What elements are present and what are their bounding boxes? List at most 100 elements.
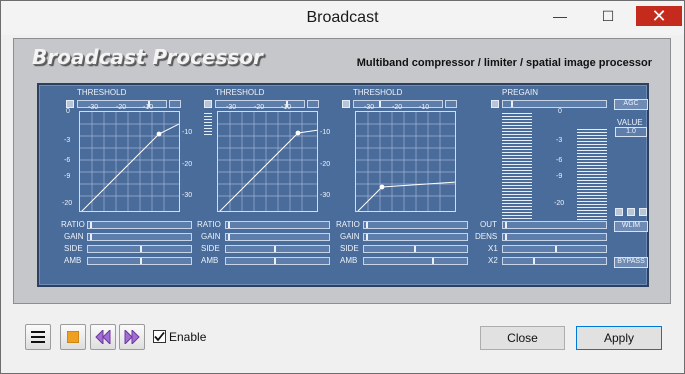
checkmark-icon bbox=[154, 331, 165, 342]
fast-forward-icon bbox=[124, 330, 140, 344]
value-field[interactable]: 1.0 bbox=[615, 127, 647, 137]
band3-top-tick: -20 bbox=[392, 104, 403, 111]
band3-top-tick: -10 bbox=[419, 104, 430, 111]
band1-top-tick: -30 bbox=[88, 104, 99, 111]
pregain-tick: -20 bbox=[554, 200, 565, 207]
band1-right-tick: -20 bbox=[182, 161, 193, 168]
band3-amb-slider[interactable] bbox=[363, 257, 468, 265]
minimize-button[interactable]: — bbox=[540, 6, 580, 26]
band3-gain-slider[interactable] bbox=[363, 233, 468, 241]
band3-threshold-label: THRESHOLD bbox=[353, 88, 403, 97]
band1-ratio-label: RATIO bbox=[61, 220, 85, 229]
plugin-brand-logo: Broadcast Processor bbox=[32, 45, 263, 69]
enable-checkbox[interactable] bbox=[153, 330, 166, 343]
band2-threshold-label: THRESHOLD bbox=[215, 88, 265, 97]
plugin-area: Broadcast Processor Multiband compressor… bbox=[13, 38, 671, 304]
bypass-button[interactable]: BYPASS bbox=[614, 257, 648, 268]
band2-threshold-aux[interactable] bbox=[307, 100, 319, 108]
band1-amb-label: AMB bbox=[64, 256, 82, 265]
band3-amb-label: AMB bbox=[340, 256, 358, 265]
maximize-button[interactable]: ☐ bbox=[588, 6, 628, 26]
band1-side-slider[interactable] bbox=[87, 245, 192, 253]
pregain-tick: -3 bbox=[556, 137, 563, 144]
band3-side-slider[interactable] bbox=[363, 245, 468, 253]
band3-threshold-aux[interactable] bbox=[445, 100, 457, 108]
band3-gain-label: GAIN bbox=[340, 232, 360, 241]
x2-slider[interactable] bbox=[502, 257, 607, 265]
band1-transfer-graph[interactable] bbox=[79, 111, 180, 212]
pregain-enable-toggle[interactable] bbox=[491, 100, 499, 108]
input-level-meter bbox=[502, 113, 532, 221]
band1-amb-slider[interactable] bbox=[87, 257, 192, 265]
rewind-button[interactable] bbox=[90, 324, 116, 350]
close-button[interactable]: Close bbox=[480, 326, 565, 350]
band1-enable-toggle[interactable] bbox=[66, 100, 74, 108]
mode-toggle-1[interactable] bbox=[615, 208, 623, 216]
agc-button[interactable]: AGC bbox=[614, 99, 648, 110]
band1-right-tick: -30 bbox=[182, 192, 193, 199]
input-level-tick: -9 bbox=[64, 173, 71, 180]
x2-label: X2 bbox=[488, 256, 498, 265]
band2-gain-slider[interactable] bbox=[225, 233, 330, 241]
band3-ratio-slider[interactable] bbox=[363, 221, 468, 229]
band2-transfer-graph[interactable] bbox=[217, 111, 318, 212]
band2-right-tick: -30 bbox=[320, 192, 331, 199]
pregain-tick: 0 bbox=[558, 108, 562, 115]
band1-gain-slider[interactable] bbox=[87, 233, 192, 241]
band2-side-label: SIDE bbox=[201, 244, 220, 253]
output-level-meter bbox=[577, 129, 607, 221]
dens-label: DENS bbox=[475, 232, 498, 241]
input-level-tick: 0 bbox=[66, 108, 70, 115]
menu-button[interactable] bbox=[25, 324, 51, 350]
band2-side-slider[interactable] bbox=[225, 245, 330, 253]
input-level-tick: -6 bbox=[64, 157, 71, 164]
band3-top-tick: -30 bbox=[364, 104, 375, 111]
band2-amb-label: AMB bbox=[201, 256, 219, 265]
band1-top-tick: -20 bbox=[116, 104, 127, 111]
pregain-label: PREGAIN bbox=[502, 88, 539, 97]
band3-transfer-graph[interactable] bbox=[355, 111, 456, 212]
input-level-tick: -3 bbox=[64, 137, 71, 144]
band2-gr-meter bbox=[204, 113, 212, 137]
band1-threshold-label: THRESHOLD bbox=[77, 88, 127, 97]
wlim-button[interactable]: WLIM bbox=[614, 221, 648, 232]
band2-ratio-label: RATIO bbox=[197, 220, 221, 229]
band2-top-tick: -30 bbox=[226, 104, 237, 111]
x1-label: X1 bbox=[488, 244, 498, 253]
window-title: Broadcast bbox=[306, 9, 379, 26]
mode-toggle-3[interactable] bbox=[639, 208, 647, 216]
plugin-subtitle: Multiband compressor / limiter / spatial… bbox=[356, 57, 652, 69]
value-label: VALUE bbox=[617, 118, 643, 127]
mode-toggle-2[interactable] bbox=[627, 208, 635, 216]
band1-threshold-aux[interactable] bbox=[169, 100, 181, 108]
pregain-slider[interactable] bbox=[502, 100, 607, 108]
stop-button[interactable] bbox=[60, 324, 86, 350]
band2-top-tick: -20 bbox=[254, 104, 265, 111]
enable-label: Enable bbox=[169, 330, 207, 344]
x1-slider[interactable] bbox=[502, 245, 607, 253]
band3-enable-toggle[interactable] bbox=[342, 100, 350, 108]
pregain-tick: -9 bbox=[556, 173, 563, 180]
apply-button[interactable]: Apply bbox=[576, 326, 662, 350]
pregain-tick: -6 bbox=[556, 157, 563, 164]
broadcast-window: Broadcast — ☐ ✕ Broadcast Processor Mult… bbox=[0, 0, 685, 374]
close-window-button[interactable]: ✕ bbox=[636, 6, 682, 26]
band2-enable-toggle[interactable] bbox=[204, 100, 212, 108]
out-slider[interactable] bbox=[502, 221, 607, 229]
bottom-bar: Enable Close Apply bbox=[1, 314, 684, 373]
band1-side-label: SIDE bbox=[64, 244, 83, 253]
band3-ratio-label: RATIO bbox=[336, 220, 360, 229]
fast-forward-button[interactable] bbox=[119, 324, 145, 350]
band1-ratio-slider[interactable] bbox=[87, 221, 192, 229]
band2-amb-slider[interactable] bbox=[225, 257, 330, 265]
band3-side-label: SIDE bbox=[340, 244, 359, 253]
title-bar: Broadcast — ☐ ✕ bbox=[1, 1, 684, 35]
processor-panel: THRESHOLD -30 -20 -10 -10 -20 -30 0 -3 -… bbox=[37, 83, 649, 287]
band1-right-tick: -10 bbox=[182, 129, 193, 136]
band2-right-tick: -10 bbox=[320, 129, 331, 136]
band2-ratio-slider[interactable] bbox=[225, 221, 330, 229]
band2-top-tick: -10 bbox=[281, 104, 292, 111]
dens-slider[interactable] bbox=[502, 233, 607, 241]
input-level-tick: -20 bbox=[62, 200, 73, 207]
out-label: OUT bbox=[480, 220, 497, 229]
